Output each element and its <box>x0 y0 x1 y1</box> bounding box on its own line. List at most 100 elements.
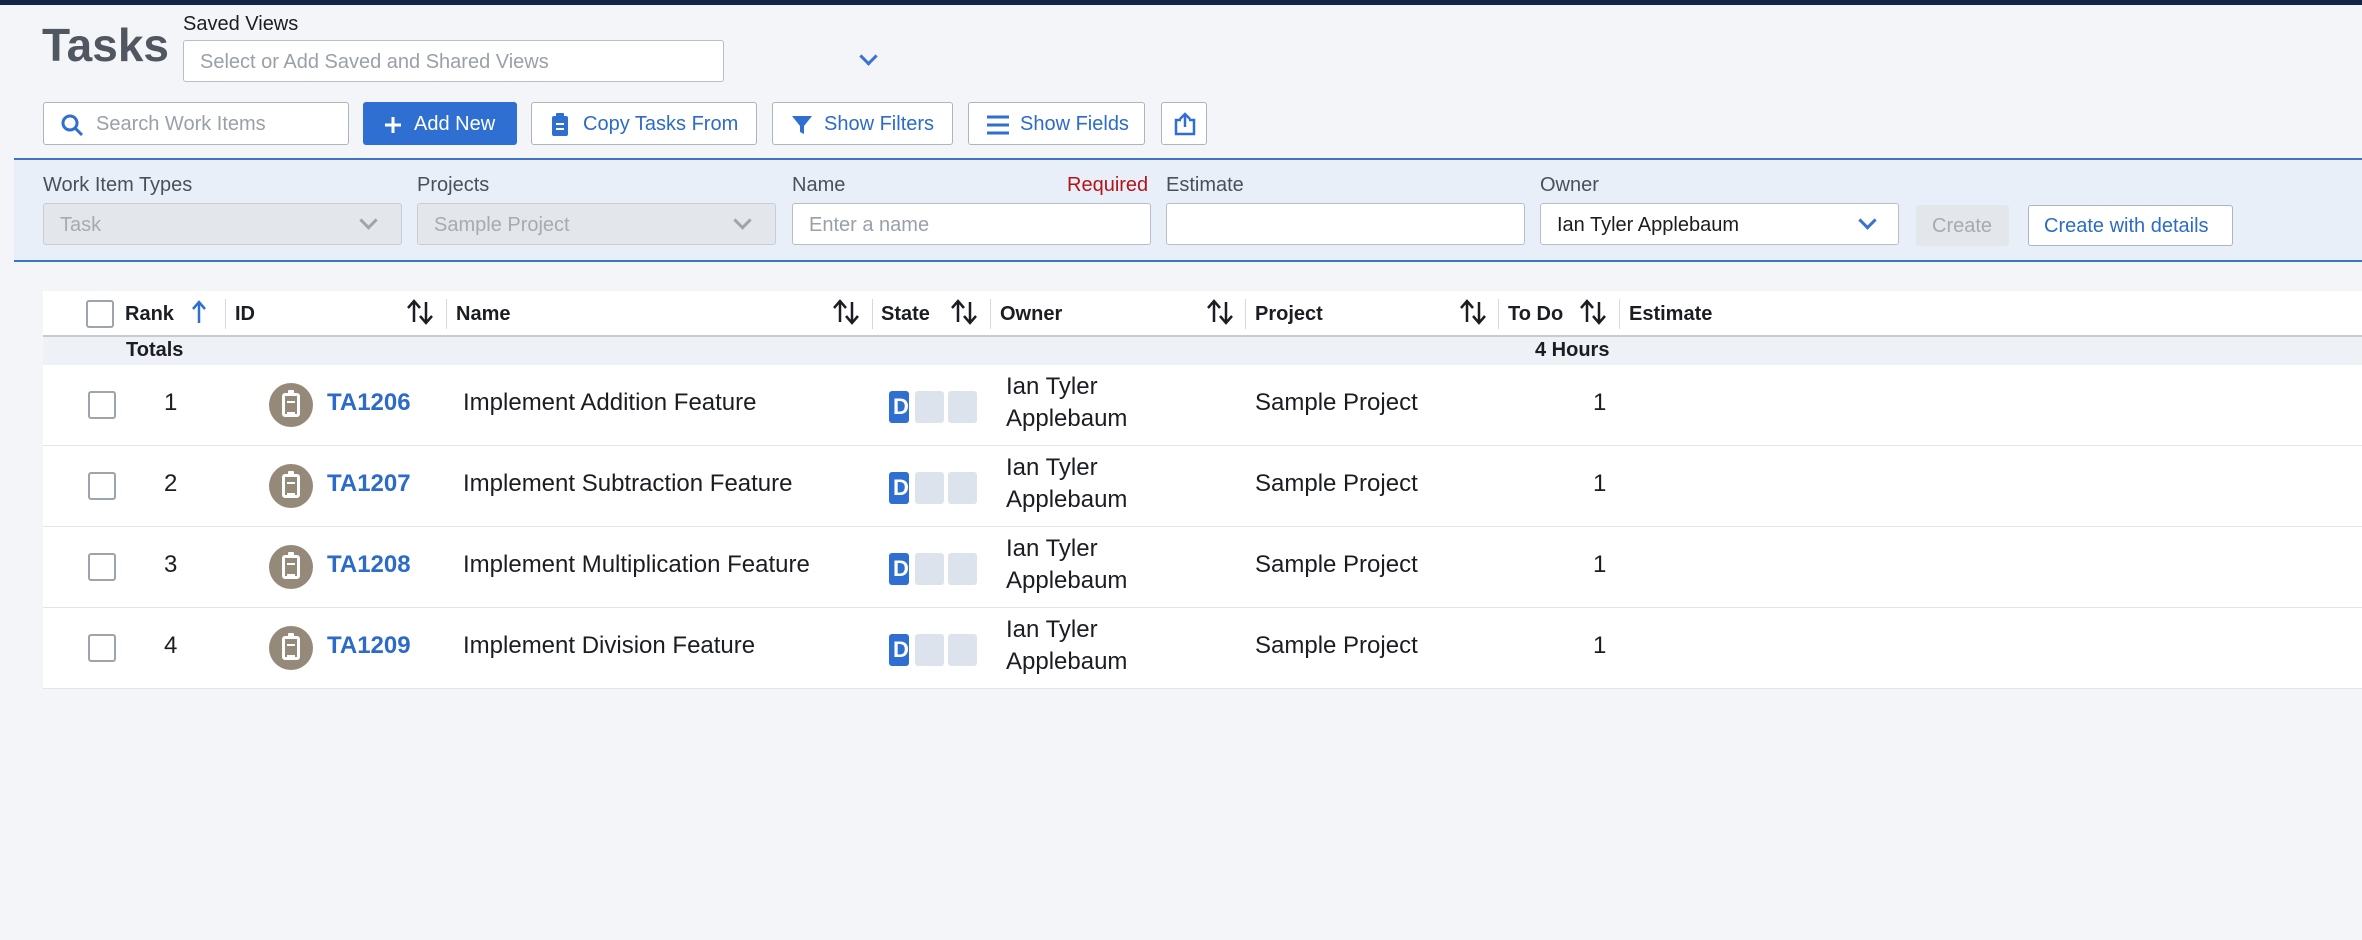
owner-cell-line2: Applebaum <box>1006 648 1128 675</box>
totals-todo: 4 Hours <box>1535 339 1610 361</box>
plus-icon <box>385 117 401 133</box>
sort-icon[interactable] <box>950 299 978 325</box>
copy-tasks-label: Copy Tasks From <box>583 113 739 135</box>
chevron-down-icon <box>859 47 878 66</box>
add-new-button[interactable]: Add New <box>363 102 517 145</box>
show-fields-label: Show Fields <box>1020 113 1129 135</box>
owner-cell-line2: Applebaum <box>1006 567 1128 594</box>
row-checkbox[interactable] <box>88 553 116 581</box>
column-header-state[interactable]: State <box>881 303 930 326</box>
search-icon <box>61 114 84 137</box>
projects-select[interactable]: Sample Project <box>417 203 776 245</box>
page-title: Tasks <box>42 19 170 71</box>
rank-cell: 2 <box>164 470 178 497</box>
task-icon <box>269 545 313 589</box>
work-item-types-select[interactable]: Task <box>43 203 402 245</box>
projects-value: Sample Project <box>434 214 570 236</box>
grid-header: Rank ID Name State Owner Project To Do E… <box>43 291 2362 337</box>
table-row[interactable]: 4 TA1209 Implement Division Feature D Ia… <box>43 608 2362 689</box>
column-divider <box>1245 299 1246 329</box>
name-input[interactable]: Enter a name <box>792 203 1151 245</box>
chevron-down-icon <box>1858 211 1877 230</box>
show-filters-label: Show Filters <box>824 113 935 135</box>
projects-label: Projects <box>417 174 490 196</box>
id-link[interactable]: TA1207 <box>327 470 411 498</box>
show-fields-button[interactable]: Show Fields <box>968 102 1145 145</box>
owner-cell-line2: Applebaum <box>1006 486 1128 513</box>
create-with-details-label: Create with details <box>2044 215 2209 237</box>
row-checkbox[interactable] <box>88 472 116 500</box>
table-row[interactable]: 2 TA1207 Implement Subtraction Feature D… <box>43 446 2362 527</box>
estimate-input[interactable] <box>1166 203 1525 245</box>
column-divider <box>225 299 226 329</box>
sort-icon[interactable] <box>1579 299 1607 325</box>
column-header-rank[interactable]: Rank <box>125 303 174 326</box>
sort-ascending-icon[interactable] <box>191 299 207 325</box>
table-row[interactable]: 3 TA1208 Implement Multiplication Featur… <box>43 527 2362 608</box>
export-icon <box>1174 112 1196 136</box>
state-indicator[interactable]: D <box>889 472 979 504</box>
clipboard-icon <box>552 113 568 136</box>
project-cell: Sample Project <box>1255 470 1418 497</box>
rank-cell: 3 <box>164 551 178 578</box>
owner-value: Ian Tyler Applebaum <box>1557 214 1739 236</box>
name-placeholder: Enter a name <box>809 214 930 236</box>
task-icon <box>269 383 313 427</box>
project-cell: Sample Project <box>1255 389 1418 416</box>
chevron-down-icon <box>359 211 378 230</box>
state-defined-label: D <box>893 394 909 419</box>
owner-cell-line2: Applebaum <box>1006 405 1128 432</box>
state-defined-label: D <box>893 475 909 500</box>
row-checkbox[interactable] <box>88 634 116 662</box>
name-cell[interactable]: Implement Subtraction Feature <box>463 470 793 498</box>
saved-views-label: Saved Views <box>183 13 299 35</box>
name-cell[interactable]: Implement Addition Feature <box>463 389 757 417</box>
id-link[interactable]: TA1209 <box>327 632 411 660</box>
copy-tasks-button[interactable]: Copy Tasks From <box>531 102 757 145</box>
table-row[interactable]: 1 TA1206 Implement Addition Feature D Ia… <box>43 365 2362 446</box>
totals-row: Totals 4 Hours <box>43 337 2362 365</box>
export-button[interactable] <box>1161 102 1207 145</box>
todo-cell: 1 <box>1593 389 1607 416</box>
show-filters-button[interactable]: Show Filters <box>772 102 953 145</box>
state-indicator[interactable]: D <box>889 634 979 666</box>
search-placeholder: Search Work Items <box>96 113 266 135</box>
column-divider <box>872 299 873 329</box>
filter-icon <box>792 116 812 134</box>
task-grid: Rank ID Name State Owner Project To Do E… <box>43 291 2362 689</box>
sort-icon[interactable] <box>1459 299 1487 325</box>
task-icon <box>269 626 313 670</box>
create-button[interactable]: Create <box>1916 205 2009 246</box>
column-header-name[interactable]: Name <box>456 303 510 326</box>
todo-cell: 1 <box>1593 632 1607 659</box>
add-new-label: Add New <box>414 113 496 135</box>
select-all-checkbox[interactable] <box>86 300 114 328</box>
column-header-id[interactable]: ID <box>235 303 255 326</box>
id-link[interactable]: TA1208 <box>327 551 411 579</box>
name-cell[interactable]: Implement Multiplication Feature <box>463 551 810 579</box>
owner-select[interactable]: Ian Tyler Applebaum <box>1540 203 1899 245</box>
state-indicator[interactable]: D <box>889 391 979 423</box>
column-header-owner[interactable]: Owner <box>1000 303 1062 326</box>
rank-cell: 4 <box>164 632 178 659</box>
owner-cell-line1: Ian Tyler <box>1006 454 1098 481</box>
column-header-estimate[interactable]: Estimate <box>1629 303 1712 326</box>
sort-icon[interactable] <box>832 299 860 325</box>
sort-icon[interactable] <box>406 299 434 325</box>
owner-cell-line1: Ian Tyler <box>1006 616 1098 643</box>
column-header-todo[interactable]: To Do <box>1508 303 1563 326</box>
saved-views-select[interactable]: Select or Add Saved and Shared Views <box>183 40 878 82</box>
state-indicator[interactable]: D <box>889 553 979 585</box>
row-checkbox[interactable] <box>88 391 116 419</box>
estimate-label: Estimate <box>1166 174 1244 196</box>
id-link[interactable]: TA1206 <box>327 389 411 417</box>
task-icon <box>269 464 313 508</box>
create-with-details-button[interactable]: Create with details <box>2028 205 2233 246</box>
sort-icon[interactable] <box>1206 299 1234 325</box>
name-cell[interactable]: Implement Division Feature <box>463 632 755 660</box>
name-label: Name <box>792 174 846 196</box>
column-header-project[interactable]: Project <box>1255 303 1323 326</box>
owner-cell-line1: Ian Tyler <box>1006 373 1098 400</box>
search-input[interactable]: Search Work Items <box>43 102 349 145</box>
top-accent-bar <box>0 0 2362 5</box>
